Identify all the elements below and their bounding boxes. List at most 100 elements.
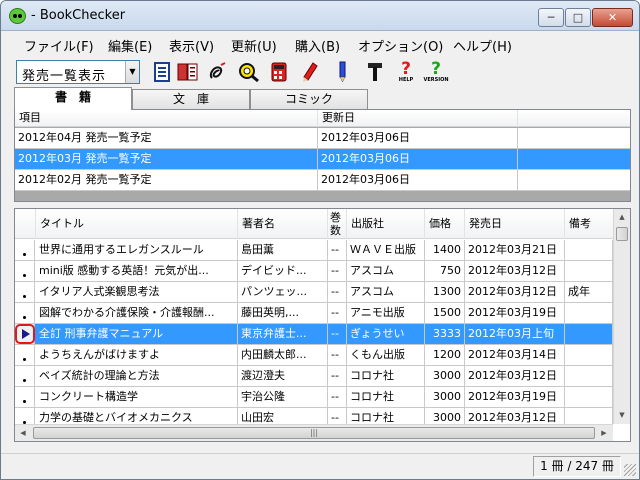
book-author: 渡辺澄夫 (238, 366, 328, 386)
detail-view-button[interactable] (176, 60, 200, 84)
table-row[interactable]: 2012年02月 発売一覧予定 2012年03月06日 (15, 170, 630, 191)
menu-options[interactable]: オプション(O) (358, 36, 443, 55)
menu-edit[interactable]: 編集(E) (108, 36, 152, 55)
close-button[interactable]: ✕ (592, 8, 633, 27)
book-author: 島田薫 (238, 240, 328, 260)
book-title: イタリア人式楽観思考法 (36, 282, 238, 302)
table-row[interactable]: 図解でわかる介護保険・介護報酬... 藤田英明,... -- アニモ出版 1500 201… (15, 303, 613, 324)
view-mode-value: 発売一覧表示 (22, 69, 107, 84)
book-release-date: 2012年03月12日 (465, 282, 565, 302)
row-dot-icon (23, 316, 26, 319)
window-title: - BookChecker (31, 8, 126, 23)
menu-update[interactable]: 更新(U) (231, 36, 277, 55)
category-tabs: 書 籍 文 庫 コミック (1, 87, 639, 110)
chevron-down-icon[interactable]: ▼ (125, 61, 139, 83)
resize-grip-icon[interactable] (624, 464, 636, 476)
column-title[interactable]: タイトル (36, 209, 238, 239)
release-item: 2012年04月 発売一覧予定 (15, 128, 318, 148)
tab-comic[interactable]: コミック (250, 89, 368, 109)
book-volume: -- (328, 324, 347, 344)
view-mode-select[interactable]: 発売一覧表示 ▼ (16, 60, 140, 84)
minimize-button[interactable]: ─ (538, 8, 564, 27)
search-button[interactable] (237, 60, 261, 84)
hammer-icon (368, 63, 382, 81)
status-bar: 1 冊 / 247 冊 (1, 453, 639, 479)
table-row[interactable]: コンクリート構造学 宇治公隆 -- コロナ社 3000 2012年03月19日 (15, 387, 613, 408)
book-volume: -- (328, 282, 347, 302)
app-logo-icon (9, 8, 26, 24)
book-author: 内田麟太郎... (238, 345, 328, 365)
release-list-header: 項目 更新日 (15, 110, 630, 127)
book-author: 宇治公隆 (238, 387, 328, 407)
version-button[interactable]: ? VERSION (423, 58, 448, 84)
tab-books[interactable]: 書 籍 (14, 87, 132, 110)
column-filler (518, 110, 630, 127)
table-row[interactable]: 世界に通用するエレガンスルール 島田薫 -- ＷＡＶＥ出版 1400 2012年03月21… (15, 240, 613, 261)
book-title: 図解でわかる介護保険・介護報酬... (36, 303, 238, 323)
scroll-right-icon[interactable]: ▶ (596, 425, 612, 442)
book-release-date: 2012年03月19日 (465, 387, 565, 407)
row-dot-icon (23, 358, 26, 361)
column-author[interactable]: 著者名 (238, 209, 328, 239)
help-button[interactable]: ? HELP (394, 60, 418, 84)
scroll-thumb[interactable] (616, 227, 628, 241)
book-publisher: ぎょうせい (347, 324, 425, 344)
document-list-icon (154, 62, 170, 82)
book-publisher: アスコム (347, 261, 425, 281)
table-row[interactable]: 全訂 刑事弁護マニュアル 東京弁護士... -- ぎょうせい 3333 2012年03月上… (15, 324, 613, 345)
release-date: 2012年03月06日 (318, 170, 518, 190)
column-item[interactable]: 項目 (15, 110, 318, 127)
column-note[interactable]: 備考 (565, 209, 613, 239)
scroll-down-icon[interactable]: ▼ (614, 407, 630, 424)
column-updated[interactable]: 更新日 (318, 110, 518, 127)
link-button[interactable] (205, 60, 229, 84)
book-publisher: コロナ社 (347, 366, 425, 386)
book-publisher: アスコム (347, 282, 425, 302)
tool-button[interactable] (363, 60, 387, 84)
book-author: デイビッド... (238, 261, 328, 281)
book-volume: -- (328, 240, 347, 260)
row-dot-icon (23, 400, 26, 403)
book-release-date: 2012年03月12日 (465, 366, 565, 386)
table-row[interactable]: ベイズ統計の理論と方法 渡辺澄夫 -- コロナ社 3000 2012年03月12日 (15, 366, 613, 387)
column-publisher[interactable]: 出版社 (347, 209, 425, 239)
book-title: ベイズ統計の理論と方法 (36, 366, 238, 386)
book-price: 3333 (425, 324, 465, 344)
vertical-scrollbar[interactable]: ▲ ▼ (613, 209, 630, 424)
maximize-button[interactable]: □ (565, 8, 591, 27)
menu-purchase[interactable]: 購入(B) (295, 36, 340, 55)
table-row[interactable]: ようちえんがばけますよ 内田麟太郎... -- くもん出版 1200 2012年03月14… (15, 345, 613, 366)
book-note (565, 387, 613, 407)
horizontal-scrollbar[interactable]: ◀ ||| ▶ (15, 424, 613, 441)
menu-file[interactable]: ファイル(F) (24, 36, 94, 55)
column-price[interactable]: 価格 (425, 209, 465, 239)
table-row[interactable]: mini版 感動する英語！元気が出... デイビッド... -- アスコム 750 201… (15, 261, 613, 282)
book-price: 750 (425, 261, 465, 281)
question-green-icon: ? (431, 58, 441, 79)
book-volume: -- (328, 387, 347, 407)
list-view-button[interactable] (150, 60, 174, 84)
tab-bunko[interactable]: 文 庫 (132, 89, 250, 109)
menu-view[interactable]: 表示(V) (169, 36, 214, 55)
scroll-thumb[interactable]: ||| (33, 427, 595, 439)
scroll-up-icon[interactable]: ▲ (614, 209, 630, 226)
table-row[interactable]: イタリア人式楽観思考法 パンツェッ... -- アスコム 1300 2012年03月12日… (15, 282, 613, 303)
book-price: 1300 (425, 282, 465, 302)
menu-help[interactable]: ヘルプ(H) (453, 36, 512, 55)
book-release-date: 2012年03月14日 (465, 345, 565, 365)
table-row[interactable]: 2012年03月 発売一覧予定 2012年03月06日 (15, 149, 630, 170)
book-list-icon (177, 63, 198, 81)
red-pencil-icon (303, 62, 318, 82)
column-volume[interactable]: 巻数 (328, 209, 347, 239)
column-release-date[interactable]: 発売日 (465, 209, 565, 239)
table-row[interactable]: 2012年04月 発売一覧予定 2012年03月06日 (15, 128, 630, 149)
book-note: 成年 (565, 282, 613, 302)
book-publisher: くもん出版 (347, 345, 425, 365)
mark-button[interactable] (298, 60, 322, 84)
book-author: 東京弁護士... (238, 324, 328, 344)
calculator-button[interactable] (267, 60, 291, 84)
scroll-left-icon[interactable]: ◀ (15, 425, 31, 442)
edit-button[interactable] (330, 60, 354, 84)
release-item: 2012年02月 発売一覧予定 (15, 170, 318, 190)
book-title: コンクリート構造学 (36, 387, 238, 407)
